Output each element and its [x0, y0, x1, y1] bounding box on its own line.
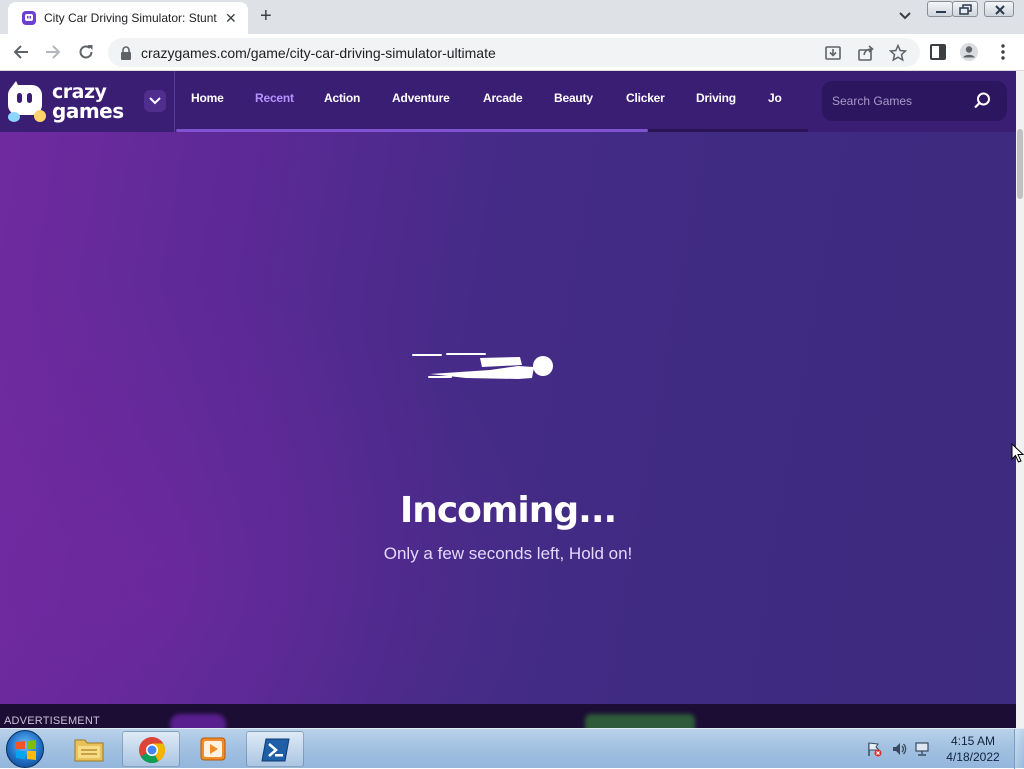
game-loading-screen[interactable]: Incoming... Only a few seconds left, Hol…: [0, 132, 1016, 704]
taskbar-media-player-button[interactable]: [184, 731, 242, 767]
folder-icon: [74, 739, 104, 762]
restore-icon: [959, 4, 972, 15]
mouse-cursor-icon: [1011, 443, 1024, 463]
search-box[interactable]: [822, 81, 1007, 121]
browser-tab[interactable]: City Car Driving Simulator: Stunt ✕: [8, 2, 248, 34]
browser-tab-strip: City Car Driving Simulator: Stunt ✕ +: [0, 0, 1024, 34]
taskbar-powershell-button[interactable]: [246, 731, 304, 767]
tab-title: City Car Driving Simulator: Stunt: [44, 11, 217, 25]
bookmark-star-icon[interactable]: [889, 44, 907, 62]
action-center-flag-icon[interactable]: [866, 741, 882, 757]
tab-close-icon[interactable]: ✕: [225, 10, 237, 26]
start-button[interactable]: [6, 730, 44, 768]
side-panel-icon[interactable]: [928, 42, 948, 62]
volume-icon[interactable]: [891, 741, 907, 757]
ad-graphic[interactable]: [585, 714, 695, 728]
logo-mascot-icon: [8, 81, 46, 122]
advertisement-label: ADVERTISEMENT: [4, 715, 100, 727]
lock-icon[interactable]: [120, 46, 132, 60]
search-input[interactable]: [832, 91, 962, 111]
nav-item-driving[interactable]: Driving: [696, 91, 736, 105]
crazygames-logo[interactable]: crazy games: [6, 79, 126, 125]
site-header: crazy games Home Recent Action Adventure…: [0, 71, 1016, 132]
window-close-button[interactable]: [984, 1, 1014, 17]
window-restore-button[interactable]: [952, 1, 978, 17]
nav-divider: [174, 71, 175, 132]
nav-item-recent[interactable]: Recent: [255, 91, 294, 105]
page-scrollbar[interactable]: [1016, 71, 1024, 728]
nav-item-jo[interactable]: Jo: [768, 91, 782, 105]
loading-title: Incoming...: [399, 490, 617, 531]
logo-text-line2: games: [52, 99, 124, 123]
flying-person-icon: [412, 353, 553, 379]
reload-icon[interactable]: [76, 42, 96, 62]
loading-subtitle: Only a few seconds left, Hold on!: [383, 544, 633, 563]
windows-taskbar: 4:15 AM 4/18/2022: [0, 728, 1024, 769]
chrome-icon: [139, 737, 166, 764]
powershell-icon: [261, 738, 290, 762]
taskbar-chrome-button[interactable]: [122, 731, 180, 767]
menu-dropdown-button[interactable]: [144, 90, 166, 112]
page-scrollbar-thumb[interactable]: [1017, 129, 1023, 199]
browser-toolbar: crazygames.com/game/city-car-driving-sim…: [0, 34, 1024, 71]
nav-item-home[interactable]: Home: [191, 91, 224, 105]
install-app-icon[interactable]: [824, 44, 842, 62]
nav-item-adventure[interactable]: Adventure: [392, 91, 450, 105]
nav-item-beauty[interactable]: Beauty: [554, 91, 593, 105]
category-nav: Home Recent Action Adventure Arcade Beau…: [176, 71, 808, 132]
forward-arrow-icon[interactable]: [43, 42, 63, 62]
more-menu-icon[interactable]: [993, 42, 1013, 62]
clock-time[interactable]: 4:15 AM: [926, 734, 1020, 748]
nav-item-clicker[interactable]: Clicker: [626, 91, 665, 105]
ad-graphic[interactable]: [170, 714, 226, 728]
address-bar[interactable]: crazygames.com/game/city-car-driving-sim…: [108, 38, 920, 67]
windows-logo-icon: [16, 740, 36, 760]
nav-item-action[interactable]: Action: [324, 91, 360, 105]
crazygames-favicon-icon: [22, 11, 36, 25]
nav-item-arcade[interactable]: Arcade: [483, 91, 523, 105]
media-player-icon: [200, 737, 226, 761]
search-icon[interactable]: [972, 91, 992, 111]
taskbar-explorer-button[interactable]: [60, 731, 118, 767]
profile-avatar-icon[interactable]: [959, 42, 979, 62]
clock-date[interactable]: 4/18/2022: [926, 750, 1020, 764]
new-tab-icon[interactable]: +: [260, 6, 272, 26]
advertisement-banner[interactable]: ADVERTISEMENT: [0, 704, 1016, 728]
chevron-down-icon: [149, 97, 161, 105]
close-icon: [995, 5, 1005, 15]
share-icon[interactable]: [857, 44, 875, 62]
window-minimize-button[interactable]: [927, 1, 953, 17]
url-text[interactable]: crazygames.com/game/city-car-driving-sim…: [141, 45, 496, 61]
minimize-icon: [936, 11, 946, 13]
tab-search-chevron-icon[interactable]: [897, 10, 913, 22]
show-desktop-button[interactable]: [1014, 729, 1024, 769]
back-arrow-icon[interactable]: [11, 42, 31, 62]
